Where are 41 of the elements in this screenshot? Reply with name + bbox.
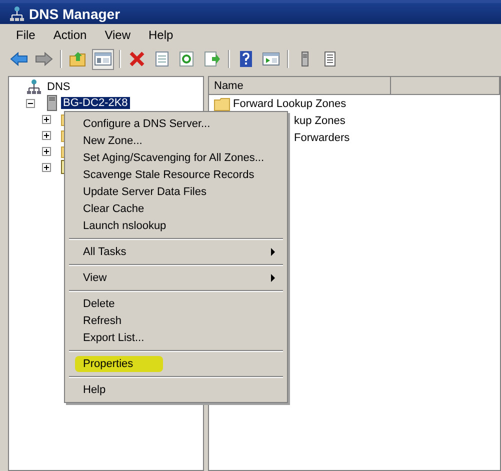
- menu-item[interactable]: Help: [140, 26, 182, 44]
- network-icon: [27, 79, 41, 95]
- menu-item[interactable]: All Tasks: [67, 243, 285, 260]
- expand-button[interactable]: [42, 130, 51, 140]
- menu-item[interactable]: View: [96, 26, 138, 44]
- menu-item[interactable]: New Zone...: [67, 132, 285, 149]
- collapse-button[interactable]: [26, 98, 35, 108]
- menu-item[interactable]: Configure a DNS Server...: [67, 115, 285, 132]
- menu-item[interactable]: Launch nslookup: [67, 217, 285, 234]
- list-item[interactable]: Forwarders: [294, 132, 350, 144]
- expand-button[interactable]: [42, 114, 51, 124]
- expand-button[interactable]: [42, 162, 51, 172]
- delete-icon[interactable]: [128, 51, 146, 67]
- action-pane-icon[interactable]: [262, 51, 280, 67]
- list-item[interactable]: Forward Lookup Zones: [233, 98, 346, 110]
- expand-button[interactable]: [42, 146, 51, 156]
- menu-item[interactable]: Scavenge Stale Resource Records: [67, 166, 285, 183]
- menu-item[interactable]: Refresh: [67, 312, 285, 329]
- app-icon: [10, 6, 24, 22]
- tree-item[interactable]: DNS: [45, 81, 72, 93]
- tree-item[interactable]: BG-DC2-2K8: [61, 97, 130, 109]
- menu-item[interactable]: Action: [45, 26, 95, 44]
- window-title: DNS Manager: [29, 6, 120, 22]
- export-list-icon[interactable]: [203, 51, 221, 67]
- menu-item[interactable]: View: [67, 269, 285, 286]
- menu-item[interactable]: Clear Cache: [67, 200, 285, 217]
- properties-icon[interactable]: [153, 51, 171, 67]
- forward-arrow-icon[interactable]: [35, 51, 53, 67]
- back-arrow-icon[interactable]: [10, 51, 28, 67]
- menu-item[interactable]: Delete: [67, 295, 285, 312]
- menu-item[interactable]: Properties: [67, 355, 285, 372]
- menu-item[interactable]: Export List...: [67, 329, 285, 346]
- menu-item[interactable]: Set Aging/Scavenging for All Zones...: [67, 149, 285, 166]
- menu-item[interactable]: File: [8, 26, 44, 44]
- help-icon[interactable]: [237, 51, 255, 67]
- console-tree-icon[interactable]: [94, 51, 112, 67]
- menu-item[interactable]: Help: [67, 381, 285, 398]
- list-item[interactable]: kup Zones: [294, 114, 346, 126]
- server-icon: [47, 95, 57, 111]
- menu-item[interactable]: Update Server Data Files: [67, 183, 285, 200]
- refresh-icon[interactable]: [178, 51, 196, 67]
